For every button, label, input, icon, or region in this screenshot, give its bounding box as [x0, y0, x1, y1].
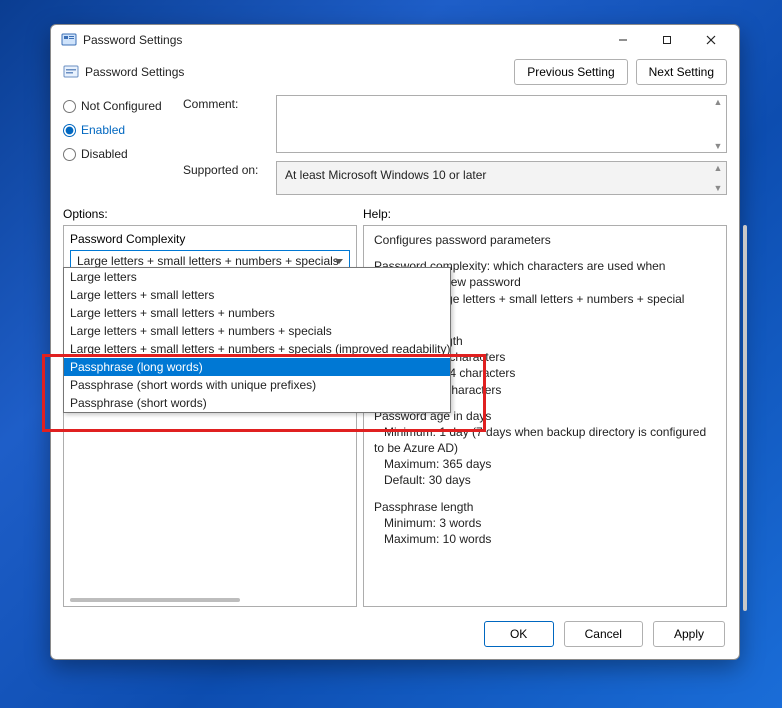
help-line: Maximum: 10 words: [374, 532, 491, 546]
options-pane: Password Complexity Large letters + smal…: [63, 225, 357, 607]
complexity-dropdown[interactable]: Large lettersLarge letters + small lette…: [63, 267, 451, 413]
scroll-arrows: ▲▼: [711, 97, 725, 151]
radio-label: Enabled: [81, 123, 125, 137]
apply-button[interactable]: Apply: [653, 621, 725, 647]
combobox-value: Large letters + small letters + numbers …: [77, 254, 339, 268]
radio-label: Not Configured: [81, 99, 162, 113]
state-radios: Not Configured Enabled Disabled: [63, 95, 183, 195]
options-label: Options:: [63, 207, 363, 221]
policy-icon: [63, 64, 79, 80]
horizontal-scrollbar[interactable]: [70, 598, 240, 602]
window-controls: [601, 26, 733, 54]
help-line: Minimum: 1 day (7 days when backup direc…: [374, 425, 706, 455]
supported-on-text: At least Microsoft Windows 10 or later ▲…: [276, 161, 727, 195]
maximize-button[interactable]: [645, 26, 689, 54]
supported-label: Supported on:: [183, 161, 268, 177]
dropdown-item[interactable]: Large letters + small letters + numbers …: [64, 340, 450, 358]
panes: Password Complexity Large letters + smal…: [51, 225, 739, 611]
close-button[interactable]: [689, 26, 733, 54]
window-title: Password Settings: [83, 33, 601, 47]
dropdown-item[interactable]: Large letters: [64, 268, 450, 286]
dropdown-item[interactable]: Passphrase (short words): [64, 394, 450, 412]
dropdown-item[interactable]: Large letters + small letters: [64, 286, 450, 304]
comment-textarea[interactable]: ▲▼: [276, 95, 727, 153]
ok-button[interactable]: OK: [484, 621, 554, 647]
dialog-window: Password Settings Password Settings Prev…: [50, 24, 740, 660]
previous-setting-button[interactable]: Previous Setting: [514, 59, 627, 85]
next-setting-button[interactable]: Next Setting: [636, 59, 727, 85]
radio-enabled[interactable]: Enabled: [63, 123, 183, 137]
radio-not-configured[interactable]: Not Configured: [63, 99, 183, 113]
help-line: Minimum: 3 words: [374, 516, 481, 530]
dropdown-item[interactable]: Passphrase (short words with unique pref…: [64, 376, 450, 394]
help-line: Maximum: 365 days: [374, 457, 491, 471]
dialog-footer: OK Cancel Apply: [51, 611, 739, 659]
pane-labels: Options: Help:: [51, 197, 739, 225]
comment-label: Comment:: [183, 95, 268, 111]
dropdown-item[interactable]: Passphrase (long words): [64, 358, 450, 376]
vertical-scrollbar[interactable]: [743, 225, 747, 611]
policy-title: Password Settings: [85, 65, 514, 79]
config-row: Not Configured Enabled Disabled Comment:…: [51, 93, 739, 197]
help-line: Passphrase length: [374, 500, 473, 514]
minimize-button[interactable]: [601, 26, 645, 54]
dropdown-item[interactable]: Large letters + small letters + numbers: [64, 304, 450, 322]
option-group-title: Password Complexity: [70, 232, 350, 246]
dropdown-item[interactable]: Large letters + small letters + numbers …: [64, 322, 450, 340]
subheader: Password Settings Previous Setting Next …: [51, 55, 739, 93]
radio-label: Disabled: [81, 147, 128, 161]
help-line: Configures password parameters: [374, 232, 716, 248]
titlebar: Password Settings: [51, 25, 739, 55]
app-icon: [61, 32, 77, 48]
help-label: Help:: [363, 207, 727, 221]
cancel-button[interactable]: Cancel: [564, 621, 643, 647]
help-line: Default: 30 days: [374, 473, 471, 487]
radio-disabled[interactable]: Disabled: [63, 147, 183, 161]
scroll-arrows: ▲▼: [711, 163, 725, 193]
supported-value: At least Microsoft Windows 10 or later: [285, 168, 486, 182]
